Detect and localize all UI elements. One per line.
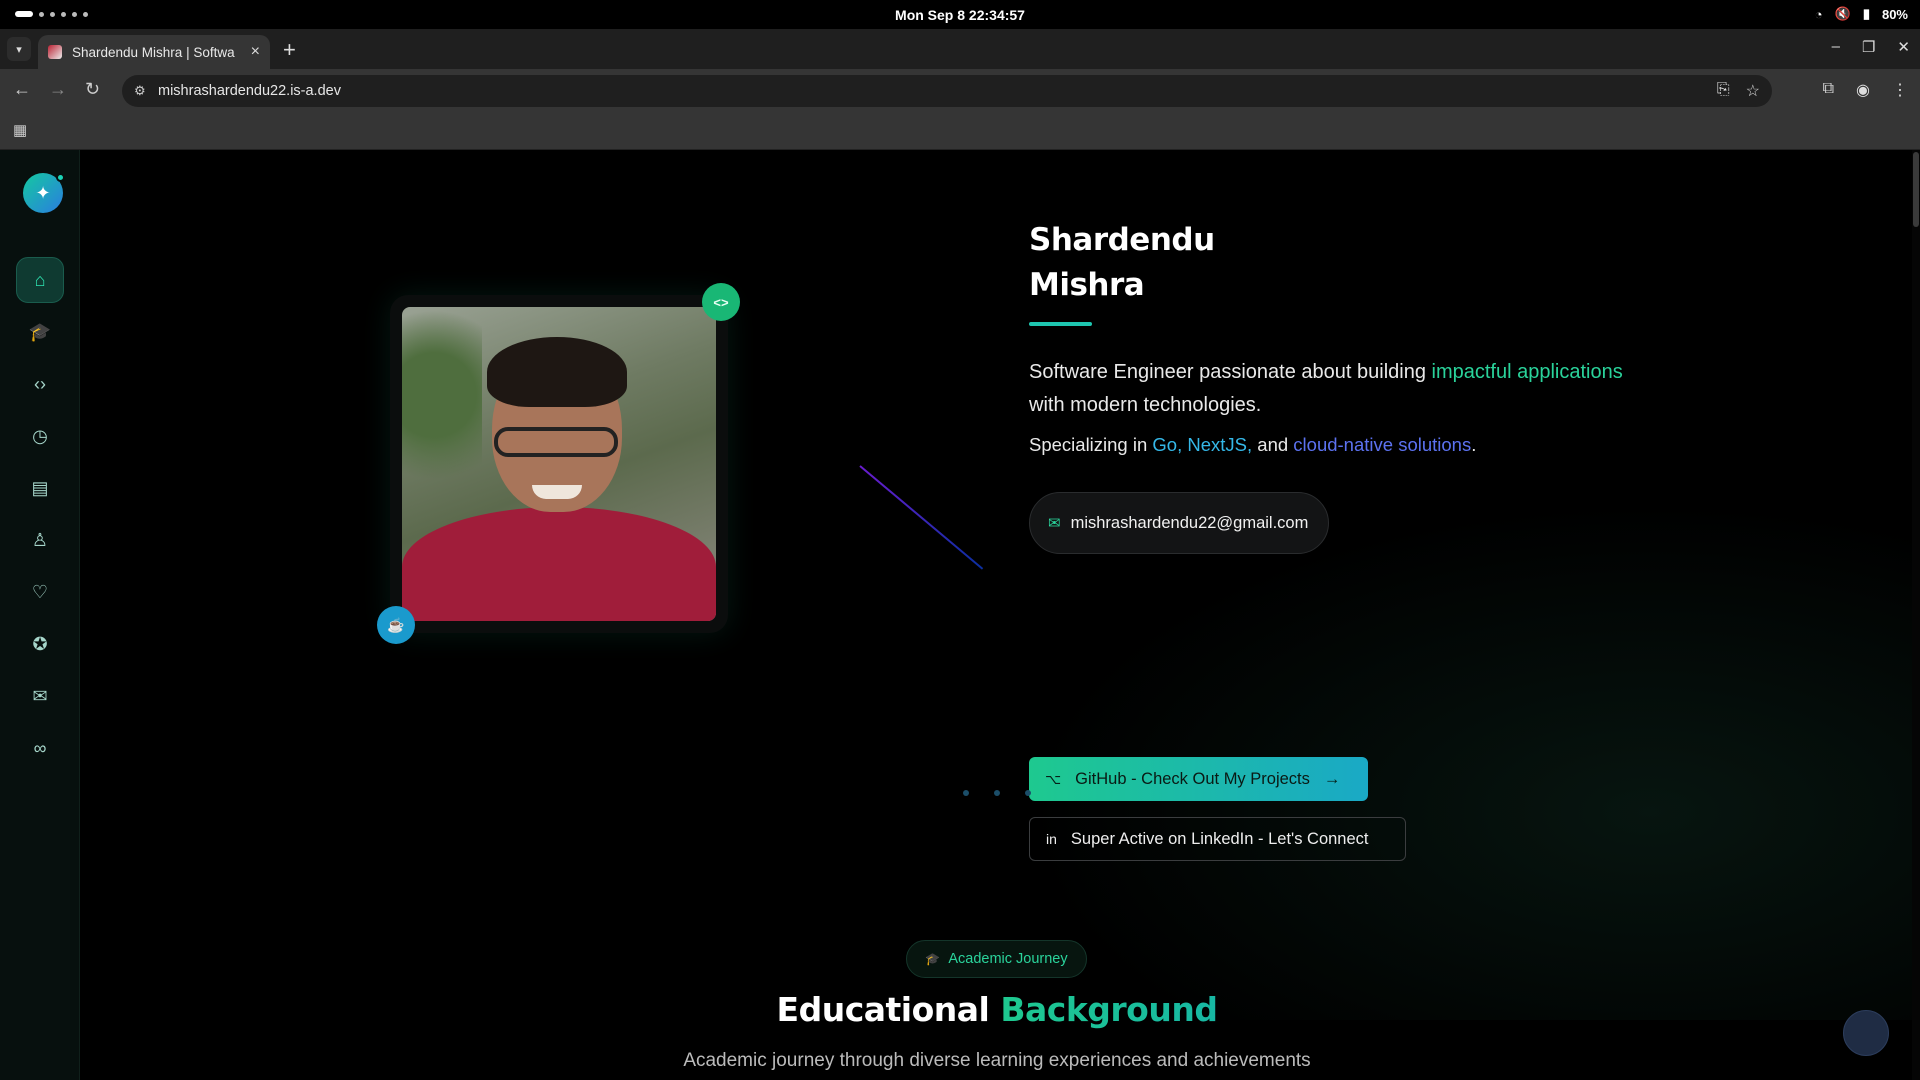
battery-level: 80% xyxy=(1881,6,1908,22)
window-controls: – ❐ ✕ xyxy=(1832,38,1910,56)
browser-toolbar: ← → ↻ ⚙ mishrashardendu22.is-a.dev ⎘ ☆ ⧉… xyxy=(0,69,1920,113)
education-title: Educational Background xyxy=(776,990,1218,1029)
arrow-right-icon: → xyxy=(1323,769,1341,788)
bookmarks-bar: ▦ xyxy=(0,113,1920,150)
linkedin-icon: in xyxy=(1046,831,1057,847)
scroll-indicator-dots xyxy=(963,790,1031,796)
decorative-line xyxy=(859,465,984,570)
notification-dot xyxy=(56,173,65,182)
wifi-icon: ◔ xyxy=(1814,6,1823,22)
menu-kebab-icon[interactable]: ⋮ xyxy=(1892,80,1908,100)
github-button[interactable]: ⌥ GitHub - Check Out My Projects → xyxy=(1029,757,1368,801)
clock-icon[interactable]: ◷ xyxy=(16,413,64,459)
system-tray[interactable]: ◔ 🔇 ▮ 80% xyxy=(1815,6,1908,22)
forward-arrow-icon[interactable]: → xyxy=(49,79,67,100)
sidebar-nav: ✦ ⌂ 🎓 ‹› ◷ ▤ ♙ ♡ ✪ ✉ ∞ xyxy=(0,150,80,1080)
chevron-down-icon: ▾ xyxy=(16,43,22,56)
linkedin-button[interactable]: in Super Active on LinkedIn - Let's Conn… xyxy=(1029,817,1406,861)
name-first: Shardendu xyxy=(1029,218,1629,263)
heart-icon[interactable]: ♡ xyxy=(16,569,64,615)
web-page: ✦ ⌂ 🎓 ‹› ◷ ▤ ♙ ♡ ✪ ✉ ∞ <> ☕ Shardendu Mi… xyxy=(0,150,1920,1080)
url-text[interactable]: mishrashardendu22.is-a.dev xyxy=(158,83,341,99)
email-text: mishrashardendu22@gmail.com xyxy=(1070,513,1309,532)
hero-section: Shardendu Mishra Software Engineer passi… xyxy=(1029,218,1629,861)
floating-action-button[interactable] xyxy=(1843,1010,1889,1056)
email-pill[interactable]: ✉ mishrashardendu22@gmail.com xyxy=(1029,492,1330,554)
award-icon[interactable]: ✪ xyxy=(16,621,64,667)
profile-icon[interactable]: ◉ xyxy=(1856,80,1870,100)
tab-strip: ▾ Shardendu Mishra | Softwa × + – ❐ ✕ xyxy=(0,29,1920,69)
title-underline xyxy=(1029,322,1092,326)
graduation-cap-icon: 🎓 xyxy=(925,952,941,966)
github-icon: ⌥ xyxy=(1045,770,1062,787)
tab-title: Shardendu Mishra | Softwa xyxy=(72,44,235,60)
briefcase-icon[interactable]: ▤ xyxy=(16,465,64,511)
bookmark-star-icon[interactable]: ☆ xyxy=(1746,81,1760,101)
education-subtitle: Academic journey through diverse learnin… xyxy=(683,1050,1311,1071)
extensions-icon[interactable]: ⧉ xyxy=(1823,80,1834,100)
linkedin-button-label: Super Active on LinkedIn - Let's Connect xyxy=(1070,829,1369,848)
workspace-indicator[interactable] xyxy=(15,11,88,17)
favicon-icon xyxy=(48,45,62,59)
plus-icon: + xyxy=(283,37,296,62)
user-icon[interactable]: ♙ xyxy=(16,517,64,563)
reload-icon[interactable]: ↻ xyxy=(85,79,100,100)
close-window-icon[interactable]: ✕ xyxy=(1897,38,1910,56)
hero-lead: Software Engineer passionate about build… xyxy=(1029,361,1623,416)
os-top-bar: Mon Sep 8 22:34:57 ◔ 🔇 ▮ 80% xyxy=(0,0,1920,29)
restore-icon[interactable]: ❐ xyxy=(1862,38,1875,56)
coffee-badge-icon: ☕ xyxy=(377,606,415,644)
github-button-label: GitHub - Check Out My Projects xyxy=(1075,769,1310,788)
spec-tech: Go, NextJS, xyxy=(1152,434,1253,455)
graduation-cap-icon[interactable]: 🎓 xyxy=(16,309,64,355)
site-settings-icon[interactable]: ⚙ xyxy=(134,83,146,99)
academic-journey-chip: 🎓 Academic Journey xyxy=(906,940,1087,978)
new-tab-button[interactable]: + xyxy=(283,37,296,63)
hero-specialization: Specializing in Go, NextJS, and cloud-na… xyxy=(1029,434,1477,455)
tab-active[interactable]: Shardendu Mishra | Softwa × xyxy=(38,35,270,69)
name-last: Mishra xyxy=(1029,267,1145,303)
back-arrow-icon[interactable]: ← xyxy=(13,79,31,100)
profile-photo xyxy=(402,307,716,621)
minimize-icon[interactable]: – xyxy=(1832,38,1840,56)
code-icon[interactable]: ‹› xyxy=(16,361,64,407)
glasses-icon[interactable]: ∞ xyxy=(16,725,64,771)
address-bar[interactable]: ⚙ mishrashardendu22.is-a.dev ⎘ ☆ xyxy=(122,75,1772,107)
mute-icon: 🔇 xyxy=(1834,6,1851,21)
clock[interactable]: Mon Sep 8 22:34:57 xyxy=(895,7,1025,23)
code-badge-icon: <> xyxy=(702,283,740,321)
battery-icon: ▮ xyxy=(1862,6,1870,21)
lead-accent: impactful applications xyxy=(1431,361,1623,383)
apps-grid-icon[interactable]: ▦ xyxy=(13,121,27,139)
hero-name: Shardendu Mishra xyxy=(1029,218,1629,308)
home-icon[interactable]: ⌂ xyxy=(16,257,64,303)
close-icon[interactable]: × xyxy=(251,43,260,61)
logo-sparkle-icon[interactable]: ✦ xyxy=(23,173,65,213)
install-app-icon[interactable]: ⎘ xyxy=(1717,81,1730,101)
mail-icon[interactable]: ✉ xyxy=(16,673,64,719)
spec-cloud: cloud-native solutions xyxy=(1293,434,1472,455)
tab-search-button[interactable]: ▾ xyxy=(7,37,31,61)
mail-icon: ✉ xyxy=(1048,515,1061,532)
page-scrollbar[interactable] xyxy=(1912,150,1920,1080)
